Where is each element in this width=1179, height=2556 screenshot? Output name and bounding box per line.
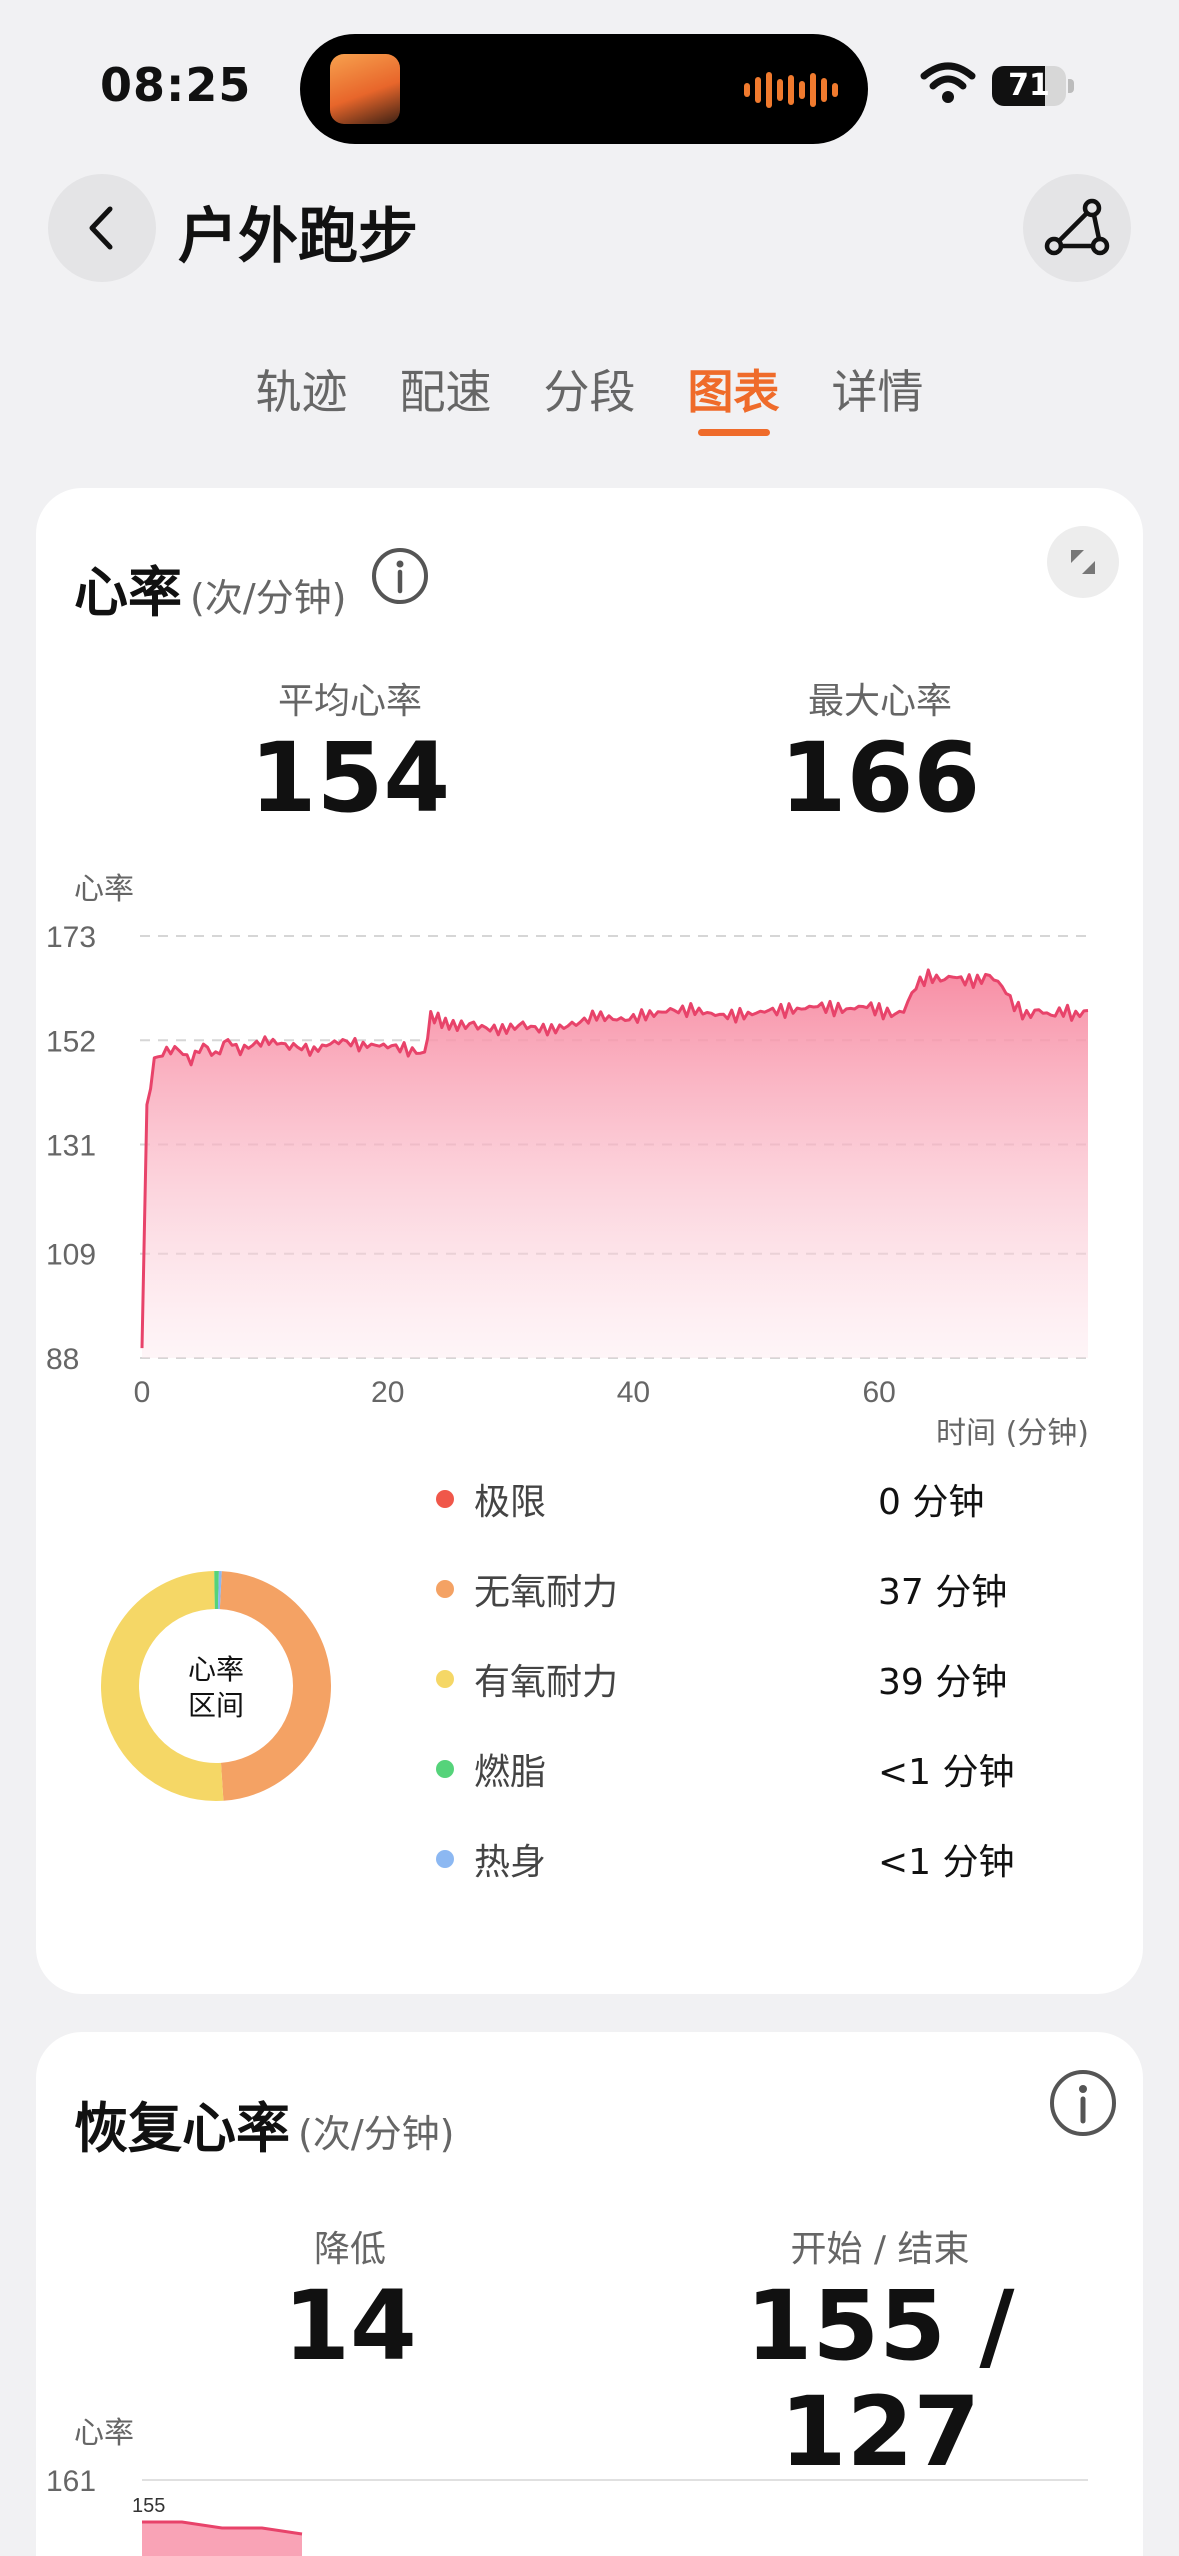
zone-value: 37 分钟 [878, 1572, 1008, 1613]
zone-value: 0 分钟 [878, 1482, 985, 1523]
y-tick-label: 131 [46, 1130, 96, 1163]
heart-rate-card: 心率 (次/分钟) 平均心率 154 最大心率 166 心率 时间 (分钟) 17… [36, 488, 1143, 1994]
back-button[interactable] [48, 174, 156, 282]
start-value-label: 155 [132, 2495, 165, 2517]
y-tick-label: 173 [46, 921, 96, 954]
zone-dot-limit [436, 1490, 454, 1508]
x-tick-label: 40 [617, 1376, 650, 1409]
zone-row-warmup: 热身 <1 分钟 [402, 1814, 1102, 1904]
wifi-icon [920, 62, 976, 103]
zone-row-limit: 极限 0 分钟 [402, 1454, 1102, 1544]
donut-center-line-2: 区间 [187, 1689, 244, 1722]
zone-row-anaerobic: 无氧耐力 37 分钟 [402, 1544, 1102, 1634]
page-title: 户外跑步 [178, 202, 418, 272]
zone-label: 热身 [474, 1842, 547, 1883]
zone-label: 极限 [474, 1482, 547, 1523]
chevron-left-icon [89, 206, 113, 250]
donut-center-label: 心率 区间 [98, 1652, 334, 1724]
battery-percent: 71 [1008, 68, 1050, 103]
zone-legend: 极限 0 分钟 无氧耐力 37 分钟 有氧耐力 39 分钟 燃脂 <1 分钟 热… [402, 1454, 1102, 1904]
y-tick-label: 109 [46, 1239, 96, 1272]
zone-dot-aerobic [436, 1670, 454, 1688]
route-share-button[interactable] [1023, 174, 1131, 282]
battery-icon: 71 [992, 66, 1066, 106]
heart-rate-area [142, 969, 1088, 1358]
zone-dot-fat-burn [436, 1760, 454, 1778]
zone-dot-anaerobic [436, 1580, 454, 1598]
zone-label: 燃脂 [474, 1752, 547, 1793]
y-tick-label: 161 [46, 2465, 96, 2498]
recovery-chart[interactable]: 161 155 [36, 2032, 1143, 2556]
zone-value: 39 分钟 [878, 1662, 1008, 1703]
x-tick-label: 0 [134, 1376, 151, 1409]
heart-rate-chart[interactable]: 173 152 131 109 88 0 20 40 60 [36, 488, 1143, 1448]
zone-value: <1 分钟 [878, 1752, 1015, 1793]
x-tick-label: 60 [862, 1376, 895, 1409]
zone-dot-warmup [436, 1850, 454, 1868]
donut-center-line-1: 心率 [187, 1653, 244, 1686]
tab-details[interactable]: 详情 [806, 356, 950, 436]
route-icon [1044, 198, 1110, 256]
y-tick-label: 88 [46, 1343, 79, 1376]
zone-row-aerobic: 有氧耐力 39 分钟 [402, 1634, 1102, 1724]
status-time: 08:25 [100, 58, 252, 112]
tab-track[interactable]: 轨迹 [230, 356, 374, 436]
dynamic-island[interactable] [300, 34, 868, 144]
tab-pace[interactable]: 配速 [374, 356, 518, 436]
x-tick-label: 20 [371, 1376, 404, 1409]
zone-value: <1 分钟 [878, 1842, 1015, 1883]
recovery-heart-rate-card: 恢复心率 (次/分钟) 降低 14 开始 / 结束 155 / 127 心率 16… [36, 2032, 1143, 2556]
y-tick-label: 152 [46, 1025, 96, 1058]
zone-label: 无氧耐力 [474, 1572, 619, 1613]
tab-charts[interactable]: 图表 [662, 356, 806, 436]
now-playing-artwork [330, 54, 400, 124]
audio-waveform-icon [744, 72, 838, 108]
tab-splits[interactable]: 分段 [518, 356, 662, 436]
zone-label: 有氧耐力 [474, 1662, 619, 1703]
zone-row-fat-burn: 燃脂 <1 分钟 [402, 1724, 1102, 1814]
battery-tip [1068, 79, 1074, 93]
tab-bar: 轨迹 配速 分段 图表 详情 [0, 356, 1179, 436]
